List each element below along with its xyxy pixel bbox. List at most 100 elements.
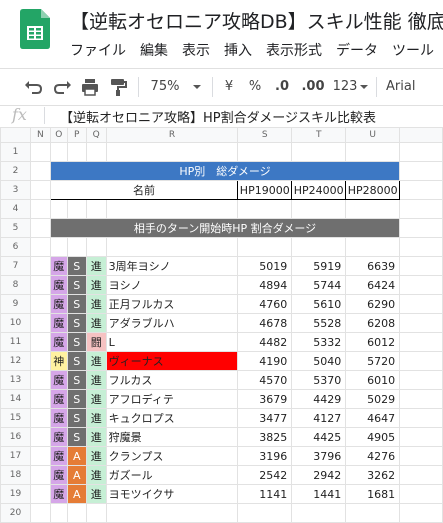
damage-hp19000[interactable]: 3679 (237, 389, 293, 409)
header-hp24000[interactable]: HP24000 (291, 180, 347, 200)
row-header[interactable]: 11 (0, 332, 31, 352)
type-badge[interactable]: 魔 (49, 370, 68, 390)
damage-hp28000[interactable]: 6208 (345, 313, 401, 333)
rank-badge[interactable]: A (66, 484, 87, 504)
evolution-badge[interactable]: 進 (85, 465, 107, 485)
column-header-p[interactable]: P (66, 127, 87, 143)
formula-input[interactable]: 【逆転オセロニア攻略】HP割合ダメージスキル比較表 (60, 107, 376, 126)
damage-hp24000[interactable]: 5744 (291, 275, 347, 295)
column-header-t[interactable]: T (291, 127, 347, 143)
row-header[interactable]: 20 (0, 503, 31, 523)
damage-hp19000[interactable]: 4760 (237, 294, 293, 314)
character-name[interactable]: 正月フルカス (105, 294, 239, 314)
damage-hp24000[interactable]: 5332 (291, 332, 347, 352)
damage-hp28000[interactable]: 6290 (345, 294, 401, 314)
damage-hp24000[interactable]: 4127 (291, 408, 347, 428)
empty-cell[interactable] (29, 313, 51, 333)
damage-hp24000[interactable]: 3796 (291, 446, 347, 466)
row-header[interactable]: 19 (0, 484, 31, 504)
empty-cell[interactable] (29, 294, 51, 314)
character-name[interactable]: ヨモツイクサ (105, 484, 239, 504)
type-badge[interactable]: 魔 (49, 465, 68, 485)
evolution-badge[interactable]: 進 (85, 484, 107, 504)
empty-cell[interactable] (29, 427, 51, 447)
damage-hp28000[interactable]: 5720 (345, 351, 401, 371)
rank-badge[interactable]: S (66, 313, 87, 333)
type-badge[interactable]: 魔 (49, 484, 68, 504)
column-header-overflow[interactable] (399, 127, 443, 143)
type-badge[interactable]: 魔 (49, 332, 68, 352)
evolution-badge[interactable]: 闘 (85, 332, 107, 352)
percent-format-button[interactable]: % (248, 77, 262, 97)
row-header[interactable]: 7 (0, 256, 31, 276)
evolution-badge[interactable]: 進 (85, 294, 107, 314)
font-select[interactable]: Arial (386, 77, 426, 97)
damage-hp24000[interactable]: 5370 (291, 370, 347, 390)
menu-view[interactable]: 表示 (182, 43, 210, 59)
evolution-badge[interactable]: 進 (85, 370, 107, 390)
empty-cell[interactable] (399, 389, 443, 409)
row-header[interactable]: 9 (0, 294, 31, 314)
type-badge[interactable]: 魔 (49, 256, 68, 276)
type-badge[interactable]: 魔 (49, 389, 68, 409)
column-header-n[interactable]: N (29, 127, 51, 143)
damage-hp24000[interactable]: 5040 (291, 351, 347, 371)
chevron-down-icon[interactable] (358, 77, 370, 97)
column-header-o[interactable]: O (49, 127, 68, 143)
empty-cell[interactable] (399, 294, 443, 314)
paint-format-icon[interactable] (108, 77, 128, 97)
damage-hp19000[interactable]: 5019 (237, 256, 293, 276)
empty-cell[interactable] (29, 256, 51, 276)
damage-hp28000[interactable]: 1681 (345, 484, 401, 504)
currency-format-button[interactable]: ¥ (222, 77, 236, 97)
empty-cell[interactable] (399, 370, 443, 390)
damage-hp28000[interactable]: 3262 (345, 465, 401, 485)
decrease-decimal-button[interactable]: .0 (272, 77, 292, 97)
empty-cell[interactable] (399, 313, 443, 333)
evolution-badge[interactable]: 進 (85, 408, 107, 428)
character-name[interactable]: アダラブルハ (105, 313, 239, 333)
select-all-corner[interactable] (0, 127, 31, 143)
row-header[interactable]: 5 (0, 218, 31, 238)
section-title-hp-total[interactable]: HP別 総ダメージ (49, 161, 401, 181)
character-name[interactable]: ヨシノ (105, 275, 239, 295)
google-sheets-logo-icon[interactable] (20, 9, 50, 49)
evolution-badge[interactable]: 進 (85, 256, 107, 276)
type-badge[interactable]: 魔 (49, 427, 68, 447)
character-name[interactable]: クランプス (105, 446, 239, 466)
increase-decimal-button[interactable]: .00 (300, 77, 326, 97)
damage-hp28000[interactable]: 4647 (345, 408, 401, 428)
damage-hp24000[interactable]: 5528 (291, 313, 347, 333)
character-name[interactable]: フルカス (105, 370, 239, 390)
damage-hp28000[interactable]: 6639 (345, 256, 401, 276)
character-name[interactable]: ガズール (105, 465, 239, 485)
row-header[interactable]: 6 (0, 237, 31, 257)
damage-hp19000[interactable]: 4570 (237, 370, 293, 390)
empty-cell[interactable] (399, 332, 443, 352)
empty-cell[interactable] (29, 484, 51, 504)
row-header[interactable]: 2 (0, 161, 31, 181)
empty-cell[interactable] (399, 408, 443, 428)
damage-hp28000[interactable]: 6424 (345, 275, 401, 295)
header-name[interactable]: 名前 (49, 180, 239, 200)
empty-cell[interactable] (29, 408, 51, 428)
empty-cell[interactable] (29, 370, 51, 390)
damage-hp19000[interactable]: 3477 (237, 408, 293, 428)
column-header-q[interactable]: Q (85, 127, 107, 143)
menu-tools[interactable]: ツール (392, 43, 434, 59)
rank-badge[interactable]: S (66, 370, 87, 390)
row-header[interactable]: 4 (0, 199, 31, 219)
character-name[interactable]: 3周年ヨシノ (105, 256, 239, 276)
damage-hp24000[interactable]: 2942 (291, 465, 347, 485)
character-name[interactable]: L (105, 332, 239, 352)
damage-hp24000[interactable]: 4425 (291, 427, 347, 447)
empty-cell[interactable] (29, 351, 51, 371)
damage-hp28000[interactable]: 5029 (345, 389, 401, 409)
empty-cell[interactable] (29, 332, 51, 352)
damage-hp19000[interactable]: 2542 (237, 465, 293, 485)
empty-cell[interactable] (399, 275, 443, 295)
menu-edit[interactable]: 編集 (140, 43, 168, 59)
rank-badge[interactable]: S (66, 275, 87, 295)
menu-insert[interactable]: 挿入 (224, 43, 252, 59)
damage-hp19000[interactable]: 4190 (237, 351, 293, 371)
